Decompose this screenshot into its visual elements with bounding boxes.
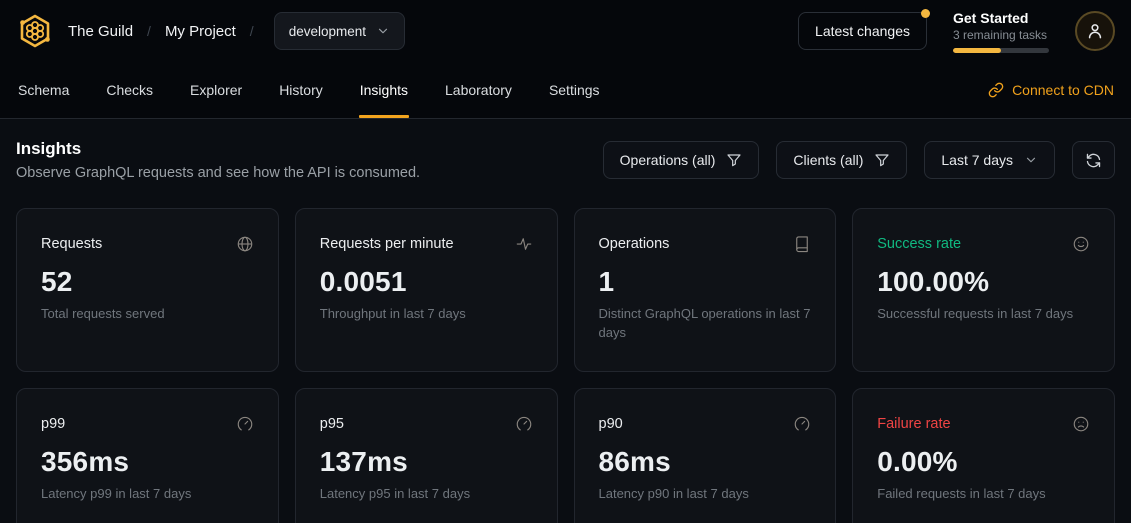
card-value: 100.00%: [877, 266, 1090, 298]
get-started-title: Get Started: [953, 10, 1049, 26]
breadcrumb-separator: /: [147, 23, 151, 39]
card-title: p99: [41, 416, 65, 432]
card-description: Latency p95 in last 7 days: [320, 485, 533, 504]
smiley-icon: [1072, 235, 1090, 253]
link-icon: [988, 82, 1004, 98]
card-title: Operations: [599, 236, 670, 252]
card-value: 86ms: [599, 446, 812, 478]
section-header: Insights Observe GraphQL requests and se…: [16, 139, 1115, 181]
gauge-icon: [515, 415, 533, 433]
requests-card: Requests 52 Total requests served: [16, 208, 279, 372]
activity-icon: [515, 235, 533, 253]
card-title: p95: [320, 416, 344, 432]
card-value: 0.00%: [877, 446, 1090, 478]
clients-filter-button[interactable]: Clients (all): [776, 141, 907, 179]
p90-card: p90 86ms Latency p90 in last 7 days: [574, 388, 837, 523]
card-value: 137ms: [320, 446, 533, 478]
card-description: Throughput in last 7 days: [320, 305, 533, 324]
p95-card: p95 137ms Latency p95 in last 7 days: [295, 388, 558, 523]
breadcrumb-separator: /: [250, 23, 254, 39]
card-value: 0.0051: [320, 266, 533, 298]
operations-filter-label: Operations (all): [620, 152, 716, 168]
get-started-progress-fill: [953, 48, 1001, 53]
target-selector-value: development: [289, 24, 366, 39]
failure-rate-card: Failure rate 0.00% Failed requests in la…: [852, 388, 1115, 523]
person-icon: [1085, 21, 1105, 41]
refresh-button[interactable]: [1072, 141, 1115, 179]
insights-page: Insights Observe GraphQL requests and se…: [0, 119, 1131, 523]
tab-checks[interactable]: Checks: [105, 62, 154, 118]
connect-to-cdn-label: Connect to CDN: [1012, 82, 1114, 98]
latest-changes-label: Latest changes: [815, 23, 910, 39]
globe-icon: [236, 235, 254, 253]
chevron-down-icon: [1024, 153, 1038, 167]
p99-card: p99 356ms Latency p99 in last 7 days: [16, 388, 279, 523]
operations-card: Operations 1 Distinct GraphQL operations…: [574, 208, 837, 372]
card-description: Latency p90 in last 7 days: [599, 485, 812, 504]
card-description: Successful requests in last 7 days: [877, 305, 1090, 324]
card-title: Failure rate: [877, 416, 950, 432]
book-icon: [793, 235, 811, 253]
period-selector-value: Last 7 days: [941, 152, 1013, 168]
card-title: Requests: [41, 236, 102, 252]
card-description: Latency p99 in last 7 days: [41, 485, 254, 504]
refresh-icon: [1085, 152, 1102, 169]
notification-dot: [921, 9, 930, 18]
filter-icon: [726, 152, 742, 168]
tab-explorer[interactable]: Explorer: [189, 62, 243, 118]
card-value: 52: [41, 266, 254, 298]
section-title-block: Insights Observe GraphQL requests and se…: [16, 139, 420, 181]
project-nav: Schema Checks Explorer History Insights …: [0, 62, 1131, 119]
connect-to-cdn-link[interactable]: Connect to CDN: [988, 62, 1114, 118]
tab-list: Schema Checks Explorer History Insights …: [17, 62, 601, 118]
card-description: Failed requests in last 7 days: [877, 485, 1090, 504]
gauge-icon: [236, 415, 254, 433]
breadcrumb-org[interactable]: The Guild: [68, 23, 133, 40]
tab-laboratory[interactable]: Laboratory: [444, 62, 513, 118]
breadcrumb-project[interactable]: My Project: [165, 23, 236, 40]
operations-filter-button[interactable]: Operations (all): [603, 141, 760, 179]
header-right-cluster: Latest changes Get Started 3 remaining t…: [798, 10, 1115, 53]
page-title: Insights: [16, 139, 420, 159]
frown-icon: [1072, 415, 1090, 433]
card-description: Distinct GraphQL operations in last 7 da…: [599, 305, 812, 343]
chevron-down-icon: [376, 24, 390, 38]
tab-settings[interactable]: Settings: [548, 62, 601, 118]
metrics-grid: Requests 52 Total requests served Reques…: [16, 208, 1115, 523]
card-value: 356ms: [41, 446, 254, 478]
card-title: Success rate: [877, 236, 961, 252]
card-title: p90: [599, 416, 623, 432]
page-description: Observe GraphQL requests and see how the…: [16, 165, 420, 181]
tab-history[interactable]: History: [278, 62, 324, 118]
success-rate-card: Success rate 100.00% Successful requests…: [852, 208, 1115, 372]
get-started-progress-track: [953, 48, 1049, 53]
tab-insights[interactable]: Insights: [359, 62, 409, 118]
card-description: Total requests served: [41, 305, 254, 324]
clients-filter-label: Clients (all): [793, 152, 863, 168]
card-title: Requests per minute: [320, 236, 454, 252]
card-value: 1: [599, 266, 812, 298]
get-started-widget[interactable]: Get Started 3 remaining tasks: [953, 10, 1049, 53]
guild-logo-icon[interactable]: [16, 12, 54, 50]
filter-toolbar: Operations (all) Clients (all) Last 7 da…: [603, 141, 1115, 179]
requests-per-minute-card: Requests per minute 0.0051 Throughput in…: [295, 208, 558, 372]
period-selector[interactable]: Last 7 days: [924, 141, 1055, 179]
latest-changes-button[interactable]: Latest changes: [798, 12, 927, 50]
filter-icon: [874, 152, 890, 168]
target-selector[interactable]: development: [274, 12, 405, 50]
gauge-icon: [793, 415, 811, 433]
tab-schema[interactable]: Schema: [17, 62, 70, 118]
get-started-subtitle: 3 remaining tasks: [953, 28, 1049, 42]
user-avatar[interactable]: [1075, 11, 1115, 51]
top-header: The Guild / My Project / development Lat…: [0, 0, 1131, 62]
